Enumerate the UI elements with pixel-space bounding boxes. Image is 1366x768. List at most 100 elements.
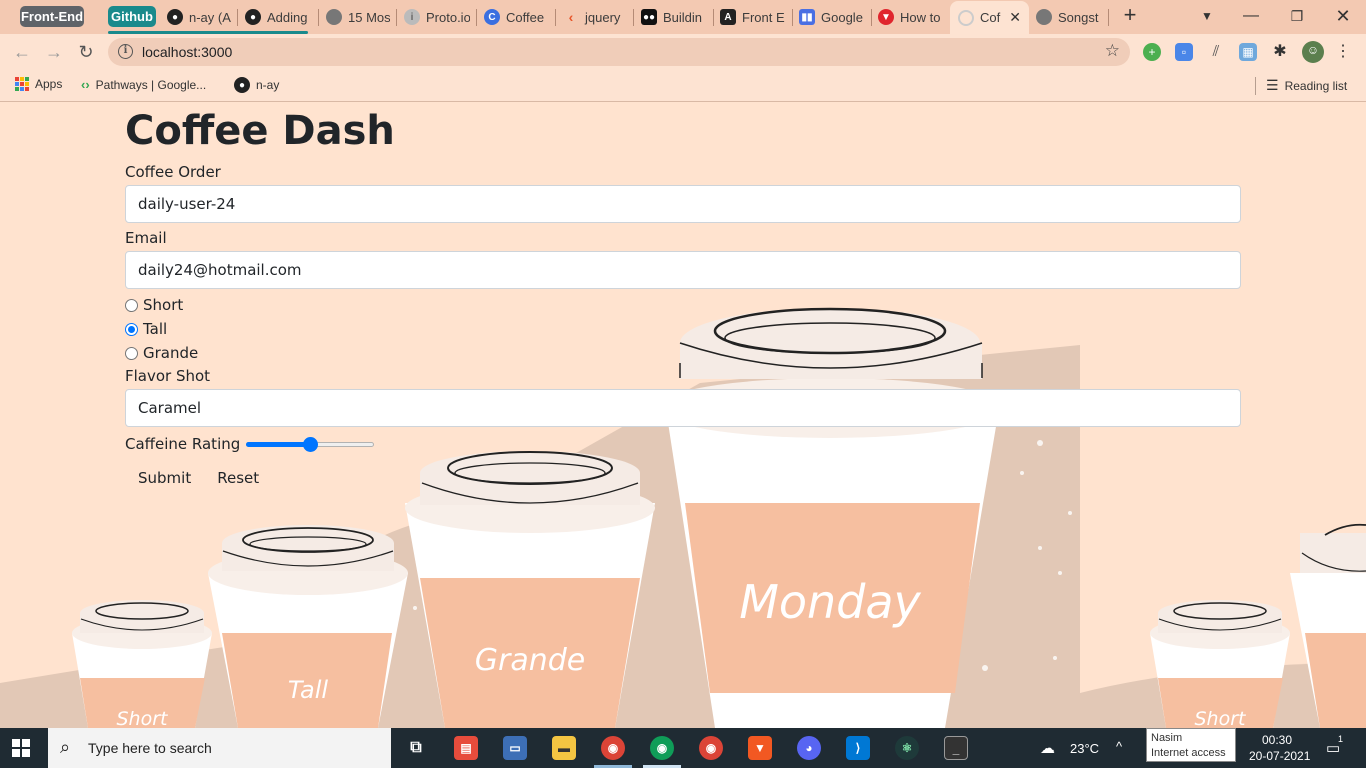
extensions-puzzle-icon[interactable]: ✱ [1271, 43, 1289, 61]
size-option-tall[interactable]: Tall [125, 317, 1241, 341]
size-radio-group: Short Tall Grande [125, 293, 1241, 365]
tab-divider [237, 9, 238, 26]
short-cup-right-label: Short [1195, 708, 1248, 728]
tab-search-icon[interactable]: ▼ [1192, 4, 1222, 28]
address-bar[interactable]: i localhost:3000 ☆ [108, 38, 1130, 66]
task-view-icon[interactable]: ⧉ [404, 736, 428, 760]
extension-add-icon[interactable]: + [1143, 43, 1161, 61]
reload-button[interactable]: ↻ [72, 38, 100, 66]
bookmark-apps[interactable]: Apps [15, 77, 62, 91]
url-text[interactable]: localhost:3000 [142, 44, 232, 60]
network-name: Nasim [1151, 732, 1183, 744]
profile-avatar[interactable]: ☺ [1302, 41, 1324, 63]
weather-temperature[interactable]: 23°C [1070, 741, 1099, 756]
email-input[interactable] [125, 251, 1241, 289]
restore-button[interactable]: ❐ [1282, 4, 1312, 28]
tab-songst[interactable]: Songst [1036, 5, 1104, 29]
tab-title: Front E [742, 9, 785, 25]
vscode-icon[interactable]: ⟩ [846, 736, 870, 760]
bookmark-n-ay[interactable]: ● n-ay [234, 77, 279, 93]
radio-grande[interactable] [125, 346, 138, 360]
submit-button[interactable]: Submit [125, 463, 204, 493]
reading-list-icon: ☰ [1266, 77, 1279, 93]
page-title: Coffee Dash [125, 108, 395, 154]
tab-building[interactable]: ●● Buildin [641, 5, 707, 29]
tab-divider [713, 9, 714, 26]
google-icon: ▮▮ [799, 9, 815, 25]
chrome-icon[interactable]: ◉ [601, 736, 625, 760]
menu-kebab-icon[interactable]: ⋮ [1334, 43, 1352, 61]
radio-tall[interactable] [125, 322, 138, 336]
tab-15-mos[interactable]: 15 Mos [326, 5, 390, 29]
tab-front-e[interactable]: A Front E [720, 5, 786, 29]
tab-coffee-active[interactable]: Cof ✕ [950, 1, 1029, 34]
coffee-order-input[interactable] [125, 185, 1241, 223]
caffeine-rating-slider[interactable] [246, 437, 375, 452]
minimize-button[interactable]: — [1236, 4, 1266, 28]
back-button[interactable]: ← [8, 38, 36, 66]
close-tab-icon[interactable]: ✕ [1009, 9, 1021, 26]
grande-cup-label: Grande [475, 643, 585, 678]
clock-time[interactable]: 00:30 [1262, 733, 1292, 747]
apps-grid-icon [15, 77, 29, 91]
chrome-profile-icon[interactable]: ◉ [650, 736, 674, 760]
short-cup-left-label: Short [117, 708, 170, 728]
radio-short[interactable] [125, 298, 138, 312]
desktop-app-icon[interactable]: ▭ [503, 736, 527, 760]
terminal-icon[interactable]: _ [944, 736, 968, 760]
search-placeholder: Type here to search [88, 740, 212, 756]
clock-date[interactable]: 20-07-2021 [1249, 749, 1310, 763]
tab-group-github[interactable]: Github [108, 6, 156, 27]
flavor-shot-input[interactable] [125, 389, 1241, 427]
atom-icon[interactable]: ⚛ [895, 736, 919, 760]
discord-icon[interactable]: ◕ [797, 736, 821, 760]
tab-strip: Front-End Github ● n-ay (A ● Adding 15 M… [0, 0, 1366, 34]
reading-list-button[interactable]: ☰ Reading list [1266, 77, 1347, 94]
tab-divider [633, 9, 634, 26]
tall-cup-label: Tall [288, 676, 329, 704]
store-icon[interactable]: ▤ [454, 736, 478, 760]
coffee-icon: C [484, 9, 500, 25]
extension-reader-icon[interactable]: ⫽ [1207, 43, 1225, 61]
new-tab-button[interactable]: + [1119, 4, 1141, 28]
windows-start-icon[interactable] [12, 739, 30, 757]
github-icon: ● [234, 77, 250, 93]
tab-n-ay[interactable]: ● n-ay (A [167, 5, 235, 29]
tab-group-front-end[interactable]: Front-End [20, 6, 84, 27]
code-icon: ‹ [568, 9, 574, 25]
bookmark-star-icon[interactable]: ☆ [1105, 41, 1120, 61]
tab-adding[interactable]: ● Adding [245, 5, 313, 29]
tab-how-to[interactable]: ▼ How to [878, 5, 944, 29]
weather-cloud-icon[interactable]: ☁ [1040, 739, 1055, 757]
caffeine-rating-row: Caffeine Rating [125, 433, 1241, 455]
page-content: Monday Grande Tall Short Short Coffee Da… [0, 103, 1366, 728]
browser-toolbar: ← → ↻ i localhost:3000 ☆ + ▫ ⫽ ▦ ✱ ☺ ⋮ [0, 34, 1366, 70]
tab-google[interactable]: ▮▮ Google [799, 5, 865, 29]
bookmark-pathways[interactable]: ‹› Pathways | Google... [81, 77, 206, 92]
slider-thumb[interactable] [303, 437, 319, 452]
close-window-button[interactable]: ✕ [1328, 4, 1358, 28]
taskbar-search-box[interactable]: ⌕ Type here to search [48, 728, 391, 768]
size-option-grande[interactable]: Grande [125, 341, 1241, 365]
tab-title: Songst [1058, 9, 1099, 25]
tab-proto-io[interactable]: i Proto.io [404, 5, 470, 29]
reading-list-label: Reading list [1284, 78, 1348, 93]
tray-expand-icon[interactable]: ^ [1116, 739, 1122, 754]
tab-jquery[interactable]: ‹ jquery [563, 5, 627, 29]
tab-divider [476, 9, 477, 26]
reset-button[interactable]: Reset [204, 463, 272, 493]
file-explorer-icon[interactable]: ▬ [552, 736, 576, 760]
brave-icon[interactable]: ▼ [748, 736, 772, 760]
email-label: Email [125, 229, 167, 247]
tab-coffee[interactable]: C Coffee [484, 5, 548, 29]
network-status: Internet access [1151, 747, 1226, 759]
extension-screen-icon[interactable]: ▫ [1175, 43, 1193, 61]
notification-count: 1 [1338, 734, 1344, 744]
site-info-icon[interactable]: i [118, 44, 133, 59]
chrome-alt-icon[interactable]: ◉ [699, 736, 723, 760]
size-option-short[interactable]: Short [125, 293, 1241, 317]
github-icon: ● [245, 9, 261, 25]
forward-button[interactable]: → [40, 38, 68, 66]
extension-chart-icon[interactable]: ▦ [1239, 43, 1257, 61]
tab-title: How to [900, 9, 941, 25]
